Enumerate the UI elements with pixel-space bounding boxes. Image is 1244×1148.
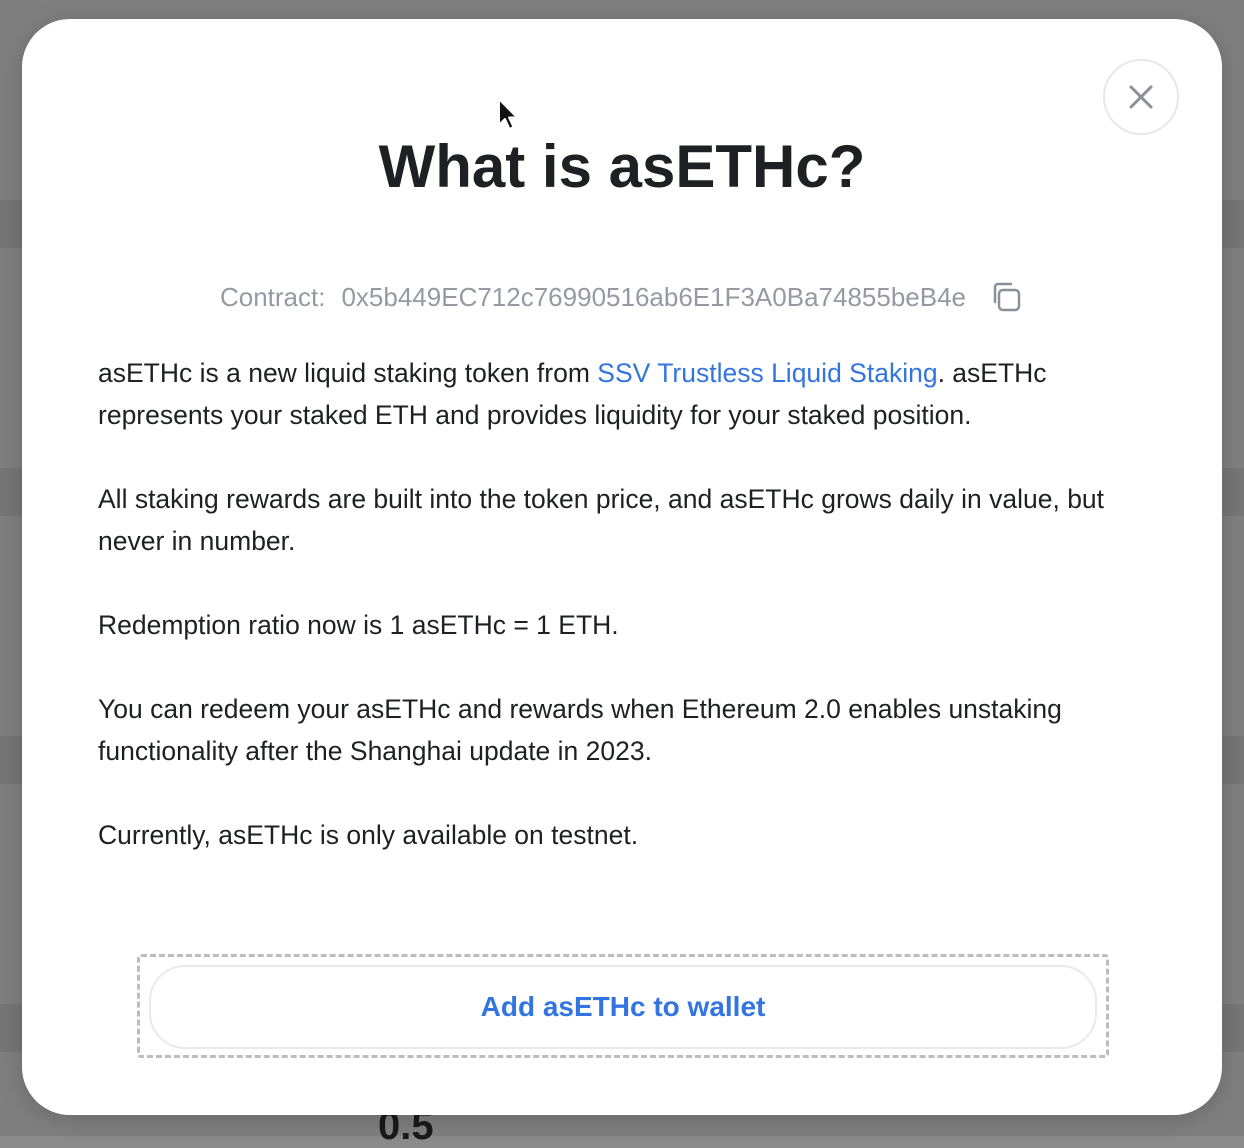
description-paragraph: Redemption ratio now is 1 asETHc = 1 ETH…: [98, 610, 619, 640]
description-paragraph: asETHc is a new liquid staking token fro…: [98, 352, 1128, 436]
mouse-pointer-icon: [497, 97, 521, 133]
ssv-staking-link[interactable]: SSV Trustless Liquid Staking: [597, 358, 937, 388]
close-icon: [1128, 84, 1154, 110]
modal-title: What is asETHc?: [378, 133, 866, 200]
description-paragraph: You can redeem your asETHc and rewards w…: [98, 694, 1062, 766]
add-to-wallet-button[interactable]: Add asETHc to wallet: [149, 965, 1097, 1049]
contract-label: Contract:: [219, 281, 326, 312]
close-button[interactable]: [1103, 59, 1179, 135]
contract-address: 0x5b449EC712c76990516ab6E1F3A0Ba74855beB…: [341, 281, 967, 312]
paragraph-text: asETHc is a new liquid staking token fro…: [98, 358, 598, 388]
copy-icon[interactable]: [988, 279, 1024, 315]
contract-row: Contract: 0x5b449EC712c76990516ab6E1F3A0…: [22, 277, 1222, 317]
description: asETHc is a new liquid staking token fro…: [98, 352, 1128, 856]
description-paragraph: All staking rewards are built into the t…: [98, 484, 1105, 556]
info-modal: What is asETHc? Contract: 0x5b449EC712c7…: [22, 19, 1222, 1115]
description-paragraph: Currently, asETHc is only available on t…: [98, 820, 639, 850]
